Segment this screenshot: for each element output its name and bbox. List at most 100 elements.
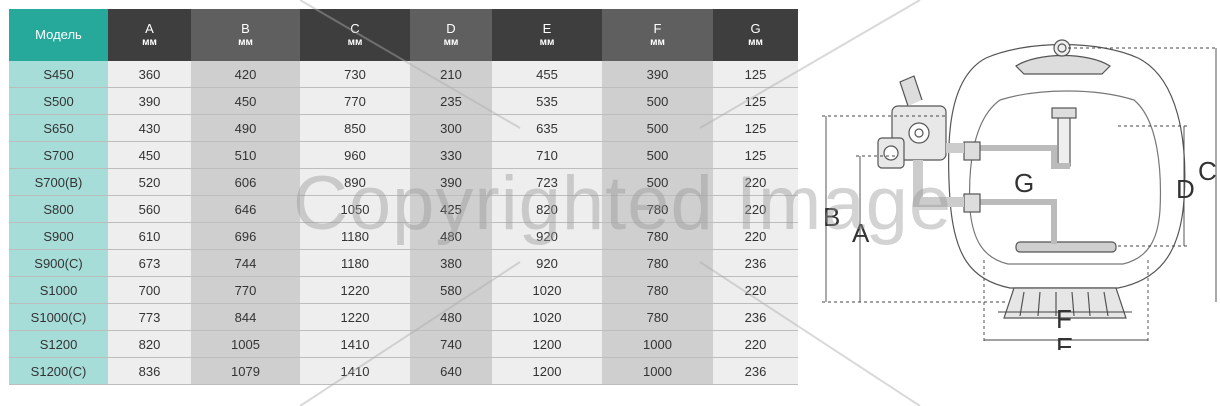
header-unit: мм <box>650 37 665 49</box>
dimension-cell: 220 <box>713 330 798 358</box>
dimension-cell: 1410 <box>300 330 410 358</box>
header-dimension-d: Dмм <box>410 9 492 61</box>
dimension-cell: 740 <box>410 330 492 358</box>
dimension-cell: 723 <box>492 168 602 196</box>
dimension-cell: 450 <box>191 87 300 115</box>
model-cell: S900 <box>9 222 108 250</box>
table-header-row: Модель Aмм Bмм Cмм Dмм Eмм Fмм Gмм <box>9 9 798 61</box>
dimension-cell: 730 <box>300 61 410 88</box>
model-cell: S1000(C) <box>9 303 108 331</box>
dimension-cell: 420 <box>191 61 300 88</box>
dimension-cell: 1410 <box>300 357 410 385</box>
model-cell: S700(B) <box>9 168 108 196</box>
dimension-cell: 770 <box>191 276 300 304</box>
dimension-cell: 1000 <box>602 357 713 385</box>
dimension-cell: 1200 <box>492 357 602 385</box>
dimension-cell: 450 <box>108 141 191 169</box>
header-dimension-a: Aмм <box>108 9 191 61</box>
label-b: B <box>823 202 840 232</box>
tank-lid <box>1015 54 1111 75</box>
dimension-cell: 425 <box>410 195 492 223</box>
header-unit: мм <box>238 37 253 49</box>
dimension-cell: 890 <box>300 168 410 196</box>
header-label: G <box>750 20 761 36</box>
header-dimension-f: Fмм <box>602 9 713 61</box>
model-cell: S650 <box>9 114 108 142</box>
dimension-cell: 220 <box>713 168 798 196</box>
dimension-cell: 490 <box>191 114 300 142</box>
dimension-cell: 606 <box>191 168 300 196</box>
dimension-cell: 455 <box>492 61 602 88</box>
header-unit: мм <box>748 37 763 49</box>
dimension-cell: 300 <box>410 114 492 142</box>
dimension-cell: 773 <box>108 303 191 331</box>
dimension-cell: 960 <box>300 141 410 169</box>
dimension-cell: 500 <box>602 87 713 115</box>
dimension-cell: 125 <box>713 87 798 115</box>
table-row: S1200(C) 836 1079 1410 640 1200 1000 236 <box>9 357 798 385</box>
table-row: S1000 700 770 1220 580 1020 780 220 <box>9 276 798 304</box>
header-dimension-c: Cмм <box>300 9 410 61</box>
dimension-cell: 390 <box>108 87 191 115</box>
header-label: B <box>241 20 250 36</box>
model-cell: S1200(C) <box>9 357 108 385</box>
header-unit: мм <box>142 37 157 49</box>
dimension-cell: 1020 <box>492 276 602 304</box>
dimension-cell: 330 <box>410 141 492 169</box>
dimension-cell: 236 <box>713 249 798 277</box>
dimension-cell: 1079 <box>191 357 300 385</box>
model-cell: S700 <box>9 141 108 169</box>
sand-filter-diagram: B A G D C F E <box>822 39 1218 350</box>
dimension-cell: 1220 <box>300 276 410 304</box>
dimension-cell: 920 <box>492 222 602 250</box>
pressure-gauge <box>1053 39 1071 57</box>
dimension-cell: 770 <box>300 87 410 115</box>
model-cell: S500 <box>9 87 108 115</box>
dimension-cell: 780 <box>602 276 713 304</box>
table-row: S700(B) 520 606 890 390 723 500 220 <box>9 168 798 196</box>
table-row: S800 560 646 1050 425 820 780 220 <box>9 195 798 223</box>
header-model: Модель <box>9 9 108 61</box>
dimension-cell: 820 <box>108 330 191 358</box>
dimension-cell: 850 <box>300 114 410 142</box>
dimension-cell: 836 <box>108 357 191 385</box>
dimension-cell: 920 <box>492 249 602 277</box>
dimension-cell: 1220 <box>300 303 410 331</box>
header-label: Модель <box>35 27 82 43</box>
dimension-cell: 780 <box>602 222 713 250</box>
table-row: S500 390 450 770 235 535 500 125 <box>9 87 798 115</box>
header-label: C <box>350 20 360 36</box>
dimension-cell: 210 <box>410 61 492 88</box>
table-row: S650 430 490 850 300 635 500 125 <box>9 114 798 142</box>
dimension-cell: 430 <box>108 114 191 142</box>
model-cell: S800 <box>9 195 108 223</box>
dimension-cell: 580 <box>410 276 492 304</box>
dimension-cell: 610 <box>108 222 191 250</box>
header-dimension-e: Eмм <box>492 9 602 61</box>
header-label: F <box>653 20 662 36</box>
header-unit: мм <box>539 37 555 49</box>
lower-connector <box>963 193 981 213</box>
dimension-cell: 125 <box>713 61 798 88</box>
dimension-cell: 560 <box>108 195 191 223</box>
label-f: F <box>1056 304 1072 334</box>
dimension-cell: 640 <box>410 357 492 385</box>
dimension-cell: 780 <box>602 249 713 277</box>
model-cell: S1200 <box>9 330 108 358</box>
dimension-cell: 673 <box>108 249 191 277</box>
header-unit: мм <box>347 37 363 49</box>
dimension-cell: 380 <box>410 249 492 277</box>
dimension-cell: 510 <box>191 141 300 169</box>
dimension-cell: 125 <box>713 141 798 169</box>
dimension-cell: 646 <box>191 195 300 223</box>
label-g: G <box>1014 168 1034 198</box>
dimension-cell: 780 <box>602 195 713 223</box>
dimension-cell: 500 <box>602 141 713 169</box>
dimension-cell: 360 <box>108 61 191 88</box>
dimension-cell: 844 <box>191 303 300 331</box>
dimension-cell: 700 <box>108 276 191 304</box>
table-body: S450 360 420 730 210 455 390 125 S500 390 450 770 23… <box>9 61 798 385</box>
table-row: S900 610 696 1180 480 920 780 220 <box>9 222 798 250</box>
label-c: C <box>1198 156 1217 186</box>
dimension-cell: 125 <box>713 114 798 142</box>
